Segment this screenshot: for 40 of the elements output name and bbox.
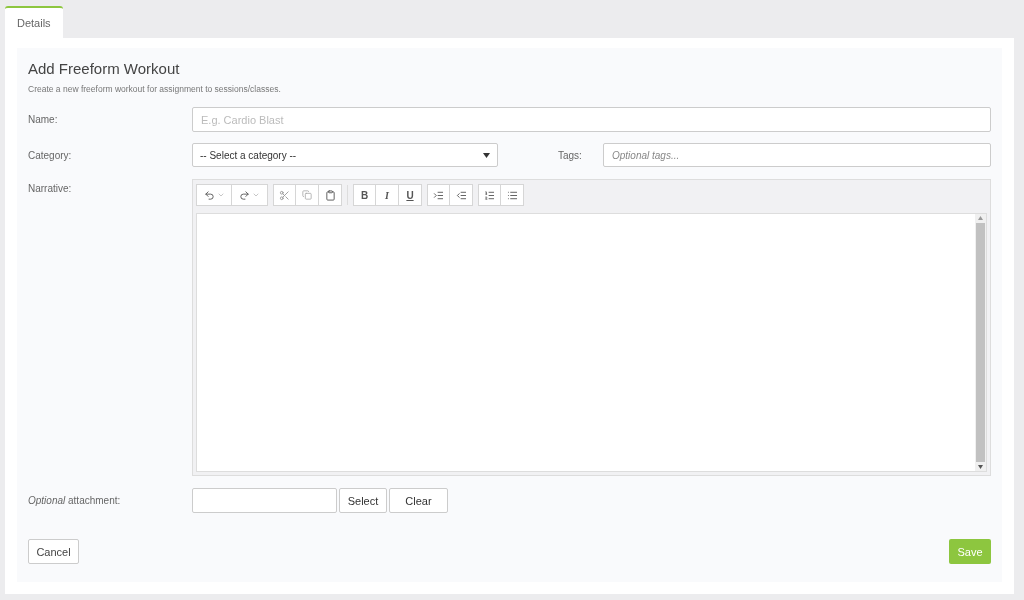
- cancel-button[interactable]: Cancel: [28, 539, 79, 565]
- attachment-field[interactable]: [192, 488, 337, 514]
- copy-button[interactable]: [296, 184, 319, 207]
- redo-icon: [239, 189, 250, 201]
- format-button[interactable]: B: [353, 184, 376, 207]
- format-button[interactable]: U: [399, 184, 422, 207]
- attachment-button[interactable]: Clear: [389, 488, 448, 514]
- narrative-label: Narrative:: [28, 182, 73, 197]
- indent-button[interactable]: [427, 184, 450, 207]
- numbered-list-button[interactable]: [478, 184, 501, 207]
- name-field[interactable]: E.g. Cardio Blast: [192, 107, 991, 133]
- paste-button[interactable]: [319, 184, 342, 207]
- scrollbar[interactable]: [975, 214, 986, 472]
- attachment-label: Optional attachment:: [28, 494, 122, 509]
- numbered-list-icon: [484, 189, 495, 201]
- bullet-list-button[interactable]: [501, 184, 524, 207]
- scissors-icon: [279, 189, 290, 201]
- cut-button[interactable]: [273, 184, 296, 207]
- tab[interactable]: Details: [5, 6, 63, 38]
- category-select[interactable]: -- Select a category --: [192, 143, 498, 168]
- form-subtitle: Create a new freeform workout for assignment to sessions/classes.: [28, 82, 282, 96]
- redo-button[interactable]: [232, 184, 268, 207]
- tags-field[interactable]: Optional tags...: [603, 143, 991, 168]
- form-title: Add Freeform Workout: [28, 59, 181, 79]
- tags-label: Tags:: [558, 148, 583, 163]
- undo-icon: [203, 189, 215, 201]
- attachment-button[interactable]: Select: [339, 488, 387, 514]
- outdent-button[interactable]: [450, 184, 473, 207]
- undo-button[interactable]: [196, 184, 232, 207]
- name-label: Name:: [28, 113, 59, 128]
- scroll-up-icon: [978, 216, 983, 221]
- format-button[interactable]: I: [376, 184, 399, 207]
- indent-icon: [433, 189, 444, 201]
- category-label: Category:: [28, 148, 73, 163]
- bullet-list-icon: [506, 189, 518, 201]
- dropdown-caret-icon: [483, 152, 490, 158]
- copy-icon: [302, 190, 312, 201]
- outdent-icon: [455, 189, 467, 201]
- scroll-down-icon: [978, 465, 983, 470]
- clipboard-icon: [324, 189, 336, 201]
